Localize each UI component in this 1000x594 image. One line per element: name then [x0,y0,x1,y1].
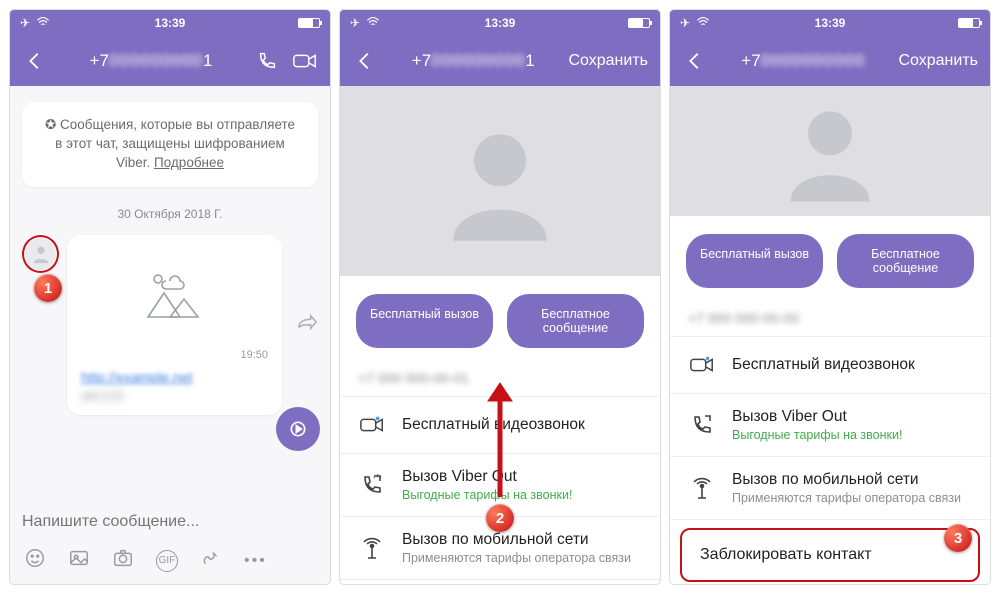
phone-out-icon [358,471,386,499]
contact-phone-number: +7 000 000-00-00 [670,306,990,336]
header-phone-number: +70000000001 [390,51,556,71]
back-button[interactable] [682,48,708,74]
camera-icon[interactable] [112,547,134,574]
message-link[interactable]: http:// [81,369,116,385]
header-phone-number: +70000000000 [720,51,886,71]
list-label: Вызов по мобильной сети [732,471,972,489]
video-icon [688,351,716,379]
message-input[interactable] [22,507,318,537]
forward-icon[interactable] [296,313,318,336]
screen-chat: ✈ 13:39 +70000000001 ✪ Сообщения, которы… [10,10,330,584]
list-item-mobile-call[interactable]: Вызов по мобильной сети Применяются тари… [670,457,990,520]
battery-icon [958,18,980,28]
list-label: Бесплатный видеозвонок [402,416,642,434]
save-button[interactable]: Сохранить [568,52,648,70]
wifi-icon [36,16,50,30]
wifi-icon [696,16,710,30]
step-badge-3: 3 [944,524,972,552]
save-button[interactable]: Сохранить [898,52,978,70]
profile-body: Бесплатный вызов Бесплатное сообщение +7… [670,86,990,584]
message-input-area [10,497,330,541]
list-sublabel: Применяются тарифы оператора связи [732,491,972,505]
list-item-viber-out[interactable]: Вызов Viber Out Выгодные тарифы на звонк… [670,394,990,457]
encryption-more-link[interactable]: Подробнее [154,155,224,170]
screen-contact-profile-scrolled: ✈ 13:39 +70000000000 Сохранить Бесплатны… [670,10,990,584]
list-item-video-call[interactable]: Бесплатный видеозвонок [670,337,990,394]
send-button[interactable] [276,407,320,451]
message-bubble[interactable]: 19:50 http://example.net abc123 [67,235,282,415]
message-row: 19:50 http://example.net abc123 [22,235,318,415]
battery-icon [298,18,320,28]
free-call-button[interactable]: Бесплатный вызов [356,294,493,348]
free-message-button[interactable]: Бесплатное сообщение [507,294,644,348]
shield-icon: ✪ [45,117,60,132]
list-label: Вызов по мобильной сети [402,531,642,549]
airplane-icon: ✈ [680,16,690,30]
chat-body: ✪ Сообщения, которые вы отправляете в эт… [10,86,330,497]
profile-header: +70000000000 Сохранить [670,36,990,86]
list-label: Вызов Viber Out [402,468,642,486]
encryption-notice: ✪ Сообщения, которые вы отправляете в эт… [22,102,318,187]
free-call-button[interactable]: Бесплатный вызов [686,234,823,288]
status-time: 13:39 [485,16,516,30]
gif-icon[interactable]: GIF [156,550,178,572]
voice-call-icon[interactable] [254,48,280,74]
video-icon [358,411,386,439]
header-phone-number[interactable]: +70000000001 [60,51,242,71]
chat-header: +70000000001 [10,36,330,86]
contact-avatar [340,86,660,276]
back-button[interactable] [22,48,48,74]
status-time: 13:39 [155,16,186,30]
attachment-toolbar: GIF ••• [10,541,330,584]
status-bar: ✈ 13:39 [10,10,330,36]
profile-body: Бесплатный вызов Бесплатное сообщение +7… [340,86,660,584]
doodle-icon[interactable] [200,547,222,574]
antenna-icon [358,534,386,562]
antenna-icon [688,474,716,502]
list-sublabel: Выгодные тарифы на звонки! [402,488,642,502]
status-bar: ✈ 13:39 [670,10,990,36]
video-call-icon[interactable] [292,48,318,74]
back-button[interactable] [352,48,378,74]
gallery-icon[interactable] [68,547,90,574]
more-icon[interactable]: ••• [244,552,267,570]
airplane-icon: ✈ [20,16,30,30]
action-list: Бесплатный видеозвонок Вызов Viber Out В… [670,336,990,520]
list-sublabel: Применяются тарифы оператора связи [402,551,642,565]
profile-header: +70000000001 Сохранить [340,36,660,86]
wifi-icon [366,16,380,30]
image-placeholder-icon [81,249,268,339]
list-sublabel: Выгодные тарифы на звонки! [732,428,972,442]
step-badge-2: 2 [486,504,514,532]
contact-avatar [670,86,990,216]
status-time: 13:39 [815,16,846,30]
free-message-button[interactable]: Бесплатное сообщение [837,234,974,288]
status-bar: ✈ 13:39 [340,10,660,36]
block-contact-button[interactable]: Заблокировать контакт [680,528,980,582]
battery-icon [628,18,650,28]
screen-contact-profile: ✈ 13:39 +70000000001 Сохранить Бесплатны… [340,10,660,584]
phone-out-icon [688,411,716,439]
step-badge-1: 1 [34,274,62,302]
message-time: 19:50 [81,349,268,361]
swipe-up-arrow-icon [484,379,516,504]
list-label: Бесплатный видеозвонок [732,356,972,374]
airplane-icon: ✈ [350,16,360,30]
list-label: Вызов Viber Out [732,408,972,426]
sender-avatar[interactable] [22,235,59,273]
date-separator: 30 Октября 2018 Г. [22,207,318,221]
sticker-icon[interactable] [24,547,46,574]
